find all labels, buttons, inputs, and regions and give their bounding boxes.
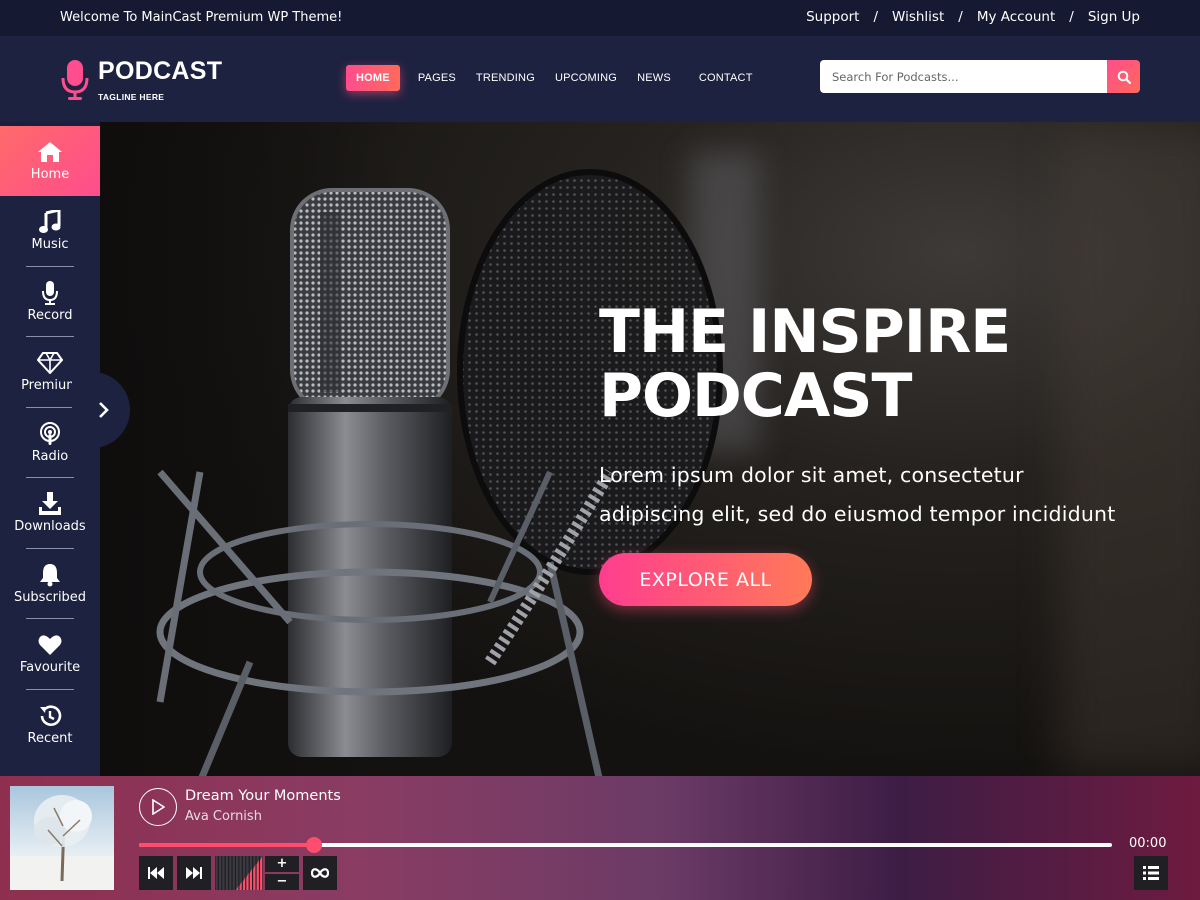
sidebar-item-favourite[interactable]: Favourite — [0, 619, 100, 690]
hero-banner: THE INSPIRE PODCAST Lorem ipsum dolor si… — [100, 122, 1200, 776]
volume-down-button[interactable]: − — [265, 874, 299, 890]
nav-trending[interactable]: TRENDING — [476, 72, 535, 84]
loop-button[interactable] — [303, 856, 337, 890]
play-icon — [152, 799, 165, 815]
sidebar-item-label: Recent — [27, 730, 73, 746]
my-account-link[interactable]: My Account — [977, 9, 1055, 25]
page: Welcome To MainCast Premium WP Theme! Su… — [0, 0, 1200, 900]
chevron-right-icon — [99, 402, 109, 418]
sidebar-item-downloads[interactable]: Downloads — [0, 478, 100, 549]
home-icon — [37, 140, 63, 164]
time-display: 00:00 — [1129, 836, 1167, 851]
separator: / — [873, 9, 879, 25]
top-links: Support / Wishlist / My Account / Sign U… — [806, 9, 1140, 25]
diamond-icon — [37, 351, 63, 375]
sidebar-item-label: Premium — [21, 378, 79, 394]
audio-player: Dream Your Moments Ava Cornish 00:00 + − — [0, 776, 1200, 900]
site-tagline: TAGLINE HERE — [98, 92, 165, 102]
volume-level — [215, 856, 263, 890]
sidebar-item-record[interactable]: Record — [0, 267, 100, 338]
history-icon — [38, 704, 62, 728]
volume-bar-bg — [222, 856, 225, 890]
next-button[interactable] — [177, 856, 211, 890]
podcast-icon — [39, 421, 61, 446]
hero-description: Lorem ipsum dolor sit amet, consectetur … — [599, 456, 1159, 534]
microphone-icon — [41, 280, 59, 305]
search-bar — [820, 60, 1140, 93]
playlist-icon — [1143, 866, 1159, 880]
explore-all-button[interactable]: EXPLORE ALL — [599, 553, 812, 606]
top-bar: Welcome To MainCast Premium WP Theme! Su… — [0, 0, 1200, 36]
volume-bar-bg — [225, 856, 229, 890]
support-link[interactable]: Support — [806, 9, 859, 25]
bell-icon — [39, 563, 61, 587]
previous-icon — [148, 867, 164, 879]
progress-bar[interactable] — [139, 837, 1112, 853]
sidebar-item-label: Home — [30, 167, 70, 182]
hero-title: THE INSPIRE PODCAST — [599, 300, 1159, 428]
sidebar-item-label: Favourite — [19, 660, 81, 676]
volume-bar-bg — [229, 856, 232, 890]
volume-bar-bg — [218, 856, 222, 890]
volume-bar-fill — [253, 864, 256, 890]
volume-bar-bg — [215, 856, 218, 890]
search-icon — [1117, 70, 1131, 84]
next-icon — [186, 867, 202, 879]
volume-up-button[interactable]: + — [265, 856, 299, 872]
album-cover — [10, 786, 114, 890]
site-title: PODCAST — [98, 57, 223, 85]
nav-home[interactable]: HOME — [346, 65, 400, 91]
separator: / — [1069, 9, 1074, 25]
volume-bar-fill — [256, 860, 259, 890]
track-artist: Ava Cornish — [185, 809, 262, 824]
progress-fill — [139, 843, 315, 847]
hero-title-line: PODCAST — [599, 361, 912, 431]
sidebar: Home Music Record Premium Radio Download… — [0, 126, 100, 776]
playlist-button[interactable] — [1134, 856, 1168, 890]
music-note-icon — [39, 210, 61, 234]
sidebar-item-label: Music — [31, 237, 69, 253]
sidebar-item-music[interactable]: Music — [0, 196, 100, 267]
download-icon — [38, 492, 62, 516]
volume-bar-bg — [232, 856, 235, 890]
play-button[interactable] — [139, 788, 177, 826]
header: PODCAST TAGLINE HERE HOME PAGES TRENDING… — [0, 36, 1200, 122]
track-title: Dream Your Moments — [185, 788, 341, 804]
search-input[interactable] — [820, 60, 1107, 93]
search-button[interactable] — [1107, 60, 1140, 93]
loop-icon — [311, 868, 329, 878]
nav-pages[interactable]: PAGES — [418, 72, 456, 84]
volume-bar-fill — [260, 856, 263, 890]
sidebar-item-home[interactable]: Home — [0, 126, 100, 196]
previous-button[interactable] — [139, 856, 173, 890]
logo[interactable]: PODCAST TAGLINE HERE — [60, 58, 222, 102]
volume-meter[interactable] — [215, 856, 263, 890]
sidebar-item-label: Radio — [31, 448, 69, 464]
separator: / — [958, 9, 963, 25]
sidebar-item-label: Subscribed — [13, 589, 87, 605]
nav-upcoming[interactable]: UPCOMING — [555, 72, 617, 84]
sidebar-item-subscribed[interactable]: Subscribed — [0, 549, 100, 620]
sidebar-item-recent[interactable]: Recent — [0, 690, 100, 761]
hero-description-line: adipiscing elit, sed do eiusmod tempor i… — [599, 502, 1116, 526]
nav-contact[interactable]: CONTACT — [699, 72, 753, 84]
heart-icon — [38, 633, 62, 657]
nav-news[interactable]: NEWS — [637, 72, 671, 84]
sidebar-item-label: Downloads — [14, 519, 86, 535]
welcome-text: Welcome To MainCast Premium WP Theme! — [60, 10, 343, 25]
sign-up-link[interactable]: Sign Up — [1088, 9, 1140, 25]
microphone-logo-icon — [60, 58, 90, 102]
hero-text: THE INSPIRE PODCAST Lorem ipsum dolor si… — [599, 300, 1159, 534]
hero-description-line: Lorem ipsum dolor sit amet, consectetur — [599, 463, 1024, 487]
hero-title-line: THE INSPIRE — [599, 297, 1011, 367]
wishlist-link[interactable]: Wishlist — [892, 9, 944, 25]
sidebar-item-label: Record — [27, 307, 73, 323]
volume-bar-bg — [236, 856, 239, 890]
main-nav: HOME PAGES TRENDING UPCOMING NEWS CONTAC… — [346, 65, 773, 91]
progress-handle[interactable] — [306, 837, 323, 853]
logo-text: PODCAST TAGLINE HERE — [98, 58, 222, 102]
